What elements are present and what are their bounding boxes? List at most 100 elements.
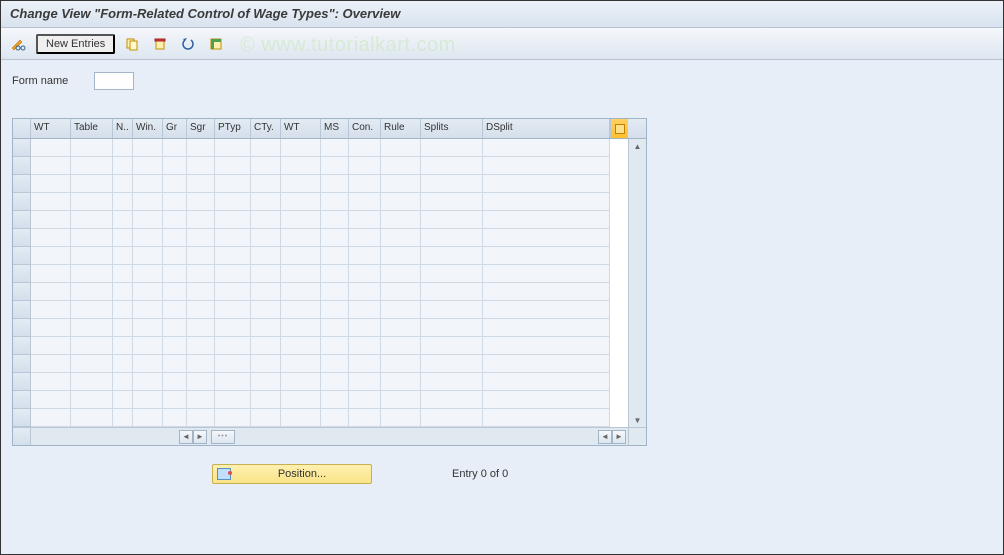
column-header-tbl[interactable]: Table xyxy=(71,119,113,138)
column-header-gr[interactable]: Gr xyxy=(163,119,187,138)
cell-wt1[interactable] xyxy=(31,301,71,319)
cell-splt[interactable] xyxy=(421,211,483,229)
cell-dspl[interactable] xyxy=(483,283,610,301)
cell-gr[interactable] xyxy=(163,283,187,301)
undo-button[interactable] xyxy=(177,34,199,54)
cell-sgr[interactable] xyxy=(187,391,215,409)
cell-win[interactable] xyxy=(133,355,163,373)
cell-ptyp[interactable] xyxy=(215,193,251,211)
cell-ptyp[interactable] xyxy=(215,337,251,355)
cell-tbl[interactable] xyxy=(71,283,113,301)
cell-cty[interactable] xyxy=(251,355,281,373)
delete-button[interactable] xyxy=(149,34,171,54)
row-selector[interactable] xyxy=(13,211,31,229)
row-selector[interactable] xyxy=(13,301,31,319)
cell-win[interactable] xyxy=(133,175,163,193)
scroll-left-end-icon[interactable]: ◄ xyxy=(598,430,612,444)
table-row[interactable] xyxy=(13,409,628,427)
cell-dspl[interactable] xyxy=(483,229,610,247)
cell-sgr[interactable] xyxy=(187,265,215,283)
cell-tbl[interactable] xyxy=(71,409,113,427)
cell-dspl[interactable] xyxy=(483,337,610,355)
cell-con[interactable] xyxy=(349,193,381,211)
cell-con[interactable] xyxy=(349,211,381,229)
cell-splt[interactable] xyxy=(421,175,483,193)
column-header-wt2[interactable]: WT xyxy=(281,119,321,138)
row-selector[interactable] xyxy=(13,247,31,265)
cell-tbl[interactable] xyxy=(71,355,113,373)
cell-cty[interactable] xyxy=(251,139,281,157)
cell-n[interactable] xyxy=(113,391,133,409)
cell-gr[interactable] xyxy=(163,265,187,283)
cell-wt1[interactable] xyxy=(31,211,71,229)
cell-tbl[interactable] xyxy=(71,139,113,157)
cell-con[interactable] xyxy=(349,175,381,193)
cell-splt[interactable] xyxy=(421,247,483,265)
cell-ms[interactable] xyxy=(321,247,349,265)
cell-ptyp[interactable] xyxy=(215,355,251,373)
cell-n[interactable] xyxy=(113,157,133,175)
row-selector[interactable] xyxy=(13,157,31,175)
cell-win[interactable] xyxy=(133,283,163,301)
cell-splt[interactable] xyxy=(421,139,483,157)
cell-cty[interactable] xyxy=(251,409,281,427)
cell-rule[interactable] xyxy=(381,247,421,265)
table-row[interactable] xyxy=(13,337,628,355)
cell-ptyp[interactable] xyxy=(215,301,251,319)
cell-wt2[interactable] xyxy=(281,157,321,175)
cell-win[interactable] xyxy=(133,319,163,337)
cell-wt2[interactable] xyxy=(281,373,321,391)
cell-dspl[interactable] xyxy=(483,193,610,211)
cell-win[interactable] xyxy=(133,337,163,355)
cell-con[interactable] xyxy=(349,139,381,157)
cell-wt1[interactable] xyxy=(31,157,71,175)
cell-dspl[interactable] xyxy=(483,409,610,427)
cell-n[interactable] xyxy=(113,247,133,265)
cell-wt1[interactable] xyxy=(31,319,71,337)
cell-splt[interactable] xyxy=(421,265,483,283)
cell-con[interactable] xyxy=(349,355,381,373)
cell-sgr[interactable] xyxy=(187,283,215,301)
cell-con[interactable] xyxy=(349,319,381,337)
cell-n[interactable] xyxy=(113,283,133,301)
scroll-up-icon[interactable]: ▲ xyxy=(630,139,646,153)
cell-sgr[interactable] xyxy=(187,301,215,319)
cell-ptyp[interactable] xyxy=(215,373,251,391)
table-row[interactable] xyxy=(13,247,628,265)
cell-con[interactable] xyxy=(349,265,381,283)
cell-dspl[interactable] xyxy=(483,175,610,193)
cell-ms[interactable] xyxy=(321,211,349,229)
cell-wt2[interactable] xyxy=(281,391,321,409)
cell-wt2[interactable] xyxy=(281,193,321,211)
cell-gr[interactable] xyxy=(163,139,187,157)
cell-ms[interactable] xyxy=(321,265,349,283)
cell-ms[interactable] xyxy=(321,301,349,319)
table-row[interactable] xyxy=(13,373,628,391)
cell-rule[interactable] xyxy=(381,301,421,319)
cell-sgr[interactable] xyxy=(187,139,215,157)
cell-rule[interactable] xyxy=(381,319,421,337)
cell-win[interactable] xyxy=(133,193,163,211)
cell-cty[interactable] xyxy=(251,373,281,391)
cell-con[interactable] xyxy=(349,391,381,409)
cell-splt[interactable] xyxy=(421,337,483,355)
scroll-left-icon[interactable]: ◄ xyxy=(179,430,193,444)
position-button[interactable]: Position... xyxy=(212,464,372,484)
cell-tbl[interactable] xyxy=(71,229,113,247)
row-selector[interactable] xyxy=(13,229,31,247)
configure-columns-button[interactable] xyxy=(610,119,628,138)
column-header-wt1[interactable]: WT xyxy=(31,119,71,138)
cell-rule[interactable] xyxy=(381,337,421,355)
cell-wt2[interactable] xyxy=(281,175,321,193)
cell-sgr[interactable] xyxy=(187,229,215,247)
cell-n[interactable] xyxy=(113,175,133,193)
cell-rule[interactable] xyxy=(381,193,421,211)
scroll-right-end-icon[interactable]: ► xyxy=(612,430,626,444)
cell-sgr[interactable] xyxy=(187,319,215,337)
cell-rule[interactable] xyxy=(381,409,421,427)
scroll-right-icon[interactable]: ► xyxy=(193,430,207,444)
cell-wt2[interactable] xyxy=(281,301,321,319)
select-all-button[interactable] xyxy=(205,34,227,54)
cell-ptyp[interactable] xyxy=(215,139,251,157)
cell-dspl[interactable] xyxy=(483,373,610,391)
